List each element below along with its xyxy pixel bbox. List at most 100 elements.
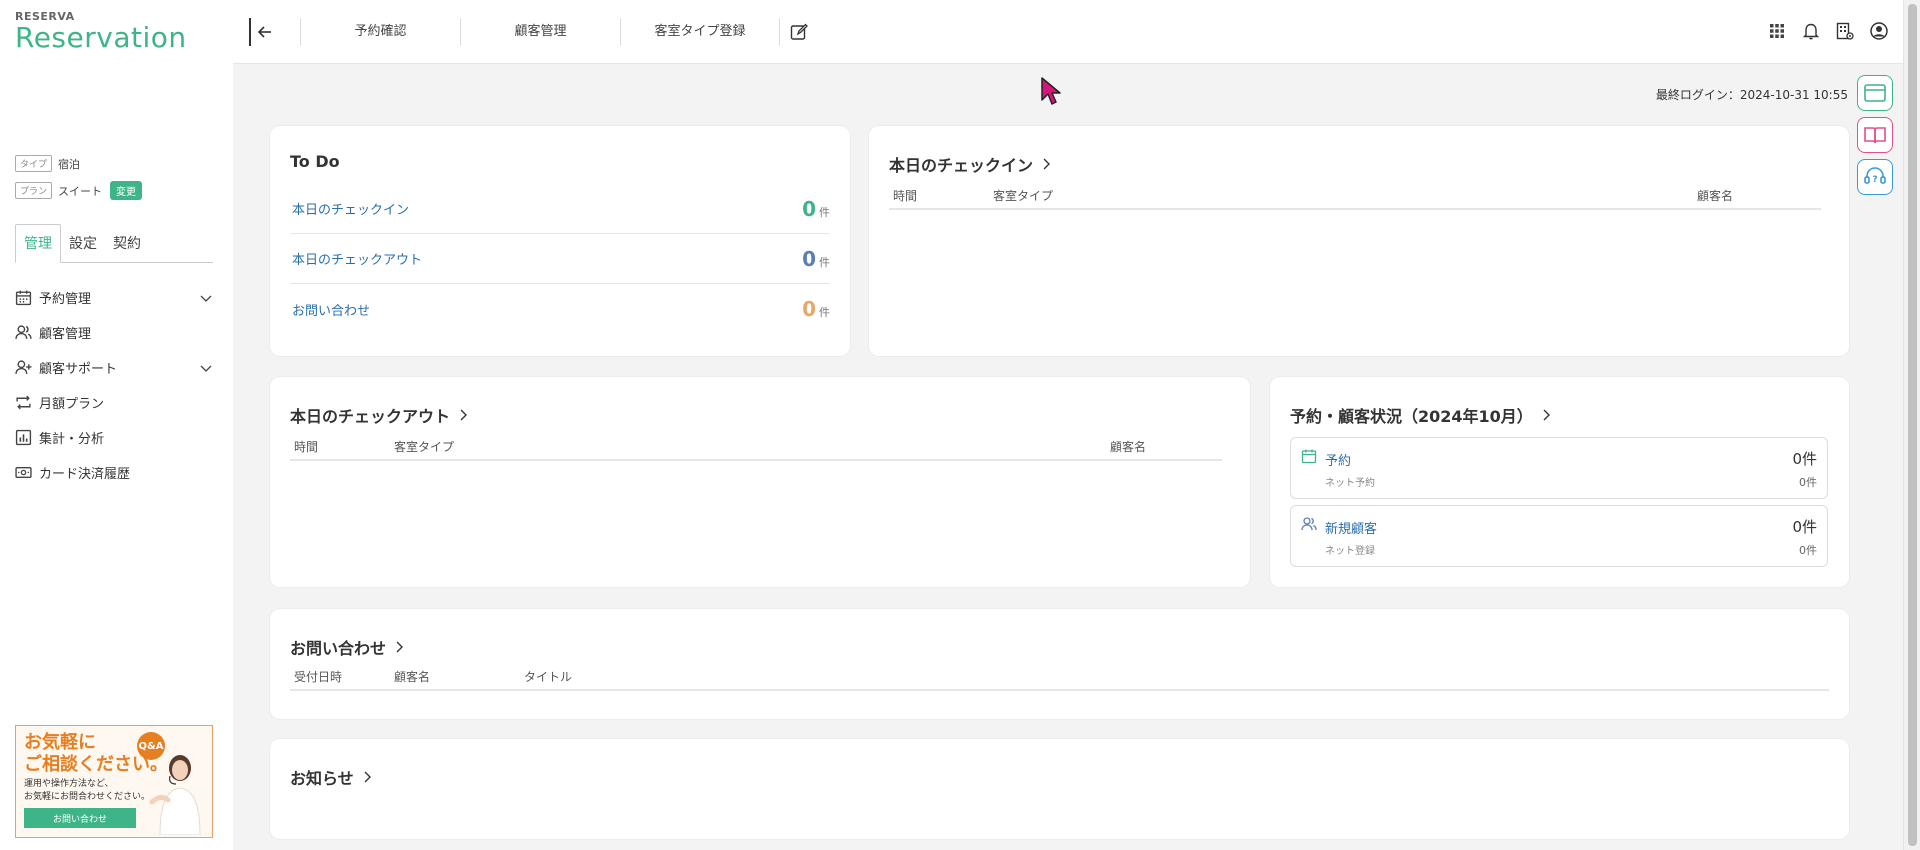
sidebar-item-customers[interactable]: 顧客管理: [15, 315, 213, 350]
top-nav: 予約確認 顧客管理 客室タイプ登録: [300, 0, 808, 64]
sidebar-item-analytics[interactable]: 集計・分析: [15, 420, 213, 455]
floating-help-button[interactable]: ?: [1857, 159, 1893, 195]
todo-count: 0: [802, 297, 816, 321]
todo-unit: 件: [819, 255, 830, 269]
calendar-icon: [1301, 449, 1317, 464]
grid-icon[interactable]: [1767, 21, 1787, 41]
top-bar: 予約確認 顧客管理 客室タイプ登録: [233, 0, 1903, 64]
account-type: タイプ 宿泊: [15, 155, 80, 172]
sidebar-item-label: カード決済履歴: [39, 467, 131, 482]
sidebar-item-customer-support[interactable]: 顧客サポート: [15, 350, 213, 385]
mouse-cursor-icon: [1041, 77, 1061, 105]
type-value: 宿泊: [58, 157, 81, 171]
book-icon: [1864, 127, 1886, 144]
col-customer-name: 顧客名: [1110, 440, 1147, 454]
app-logo[interactable]: RESERVA Reservation: [15, 10, 187, 53]
inquiry-title[interactable]: お問い合わせ: [290, 635, 406, 659]
col-time: 時間: [294, 440, 319, 454]
floating-manual-button[interactable]: [1857, 117, 1893, 153]
sidebar: RESERVA Reservation タイプ 宿泊 プラン スイート 変更 管…: [0, 0, 233, 850]
col-customer-name: 顧客名: [1697, 189, 1734, 203]
page-scrollbar[interactable]: [1903, 0, 1920, 850]
col-customer-name: 顧客名: [394, 670, 431, 684]
stat-sub-label: ネット予約: [1325, 478, 1375, 489]
todo-unit: 件: [819, 205, 830, 219]
stat-new-customers[interactable]: 新規顧客 ネット登録 0件 0件: [1290, 505, 1828, 567]
sidebar-item-label: 月額プラン: [39, 397, 105, 412]
nav-reservation-check[interactable]: 予約確認: [300, 18, 460, 46]
sidebar-item-card-history[interactable]: カード決済履歴: [15, 455, 213, 490]
todo-title-text: To Do: [290, 152, 340, 171]
banner-contact-button[interactable]: お問い合わせ: [24, 808, 136, 828]
todo-row-inquiry[interactable]: お問い合わせ 0 件: [290, 284, 830, 334]
stat-sub-label: ネット登録: [1325, 546, 1375, 557]
checkout-card: 本日のチェックアウト 時間 客室タイプ 顧客名: [270, 377, 1250, 587]
plan-value: スイート: [58, 184, 103, 198]
sidebar-item-label: 予約管理: [39, 292, 92, 307]
todo-label[interactable]: 本日のチェックイン: [290, 199, 409, 218]
sidebar-item-label: 顧客管理: [39, 327, 92, 342]
inquiry-card: お問い合わせ 受付日時 顧客名 タイトル: [270, 609, 1849, 719]
inquiry-title-text: お問い合わせ: [290, 639, 387, 658]
user-circle-icon[interactable]: [1869, 21, 1889, 41]
stat-value: 0件: [1792, 450, 1817, 468]
repeat-icon: [16, 395, 31, 410]
banner-desc-line2: お気軽にお問合わせください。: [24, 792, 151, 802]
tab-kanri[interactable]: 管理: [15, 224, 61, 263]
building-settings-icon[interactable]: [1835, 21, 1855, 41]
plan-change-button[interactable]: 変更: [110, 181, 143, 200]
chevron-right-icon: [396, 641, 404, 653]
floating-calendar-button[interactable]: [1857, 75, 1893, 111]
sidebar-item-label: 顧客サポート: [39, 362, 118, 377]
checkin-card: 本日のチェックイン 時間 客室タイプ 顧客名: [869, 126, 1849, 356]
logo-text: Reservation: [15, 21, 187, 54]
checkin-table-header: 時間 客室タイプ 顧客名: [889, 180, 1821, 210]
chevron-down-icon: [200, 365, 212, 372]
calendar-icon: [15, 290, 32, 306]
edit-icon[interactable]: [790, 23, 808, 41]
scrollbar-thumb[interactable]: [1908, 4, 1917, 846]
todo-card: To Do 本日のチェックイン 0 件 本日のチェックアウト 0 件 お問い合わ…: [270, 126, 850, 356]
todo-label[interactable]: 本日のチェックアウト: [290, 249, 422, 268]
banner-desc-line1: 運用や操作方法など、: [24, 779, 114, 789]
todo-count: 0: [802, 246, 816, 271]
users-icon: [1301, 517, 1317, 531]
card-icon: [15, 467, 32, 478]
checkout-title[interactable]: 本日のチェックアウト: [290, 403, 470, 427]
window-icon: [1864, 84, 1886, 102]
checkin-title-text: 本日のチェックイン: [889, 156, 1034, 175]
status-title[interactable]: 予約・顧客状況（2024年10月）: [1290, 403, 1553, 427]
tab-settei[interactable]: 設定: [61, 225, 105, 262]
nav-room-type-registration[interactable]: 客室タイプ登録: [620, 18, 780, 46]
todo-count: 0: [802, 196, 816, 221]
checkin-title[interactable]: 本日のチェックイン: [889, 152, 1053, 176]
bell-icon[interactable]: [1801, 21, 1821, 41]
inquiry-table-header: 受付日時 顧客名 タイトル: [290, 661, 1829, 691]
collapse-sidebar-button[interactable]: [249, 18, 277, 46]
support-operator-illustration: [149, 755, 201, 835]
chevron-down-icon: [200, 295, 212, 302]
user-plus-icon: [15, 360, 32, 374]
svg-text:?: ?: [1872, 175, 1877, 185]
stat-label: 新規顧客: [1325, 522, 1378, 537]
todo-row-checkin[interactable]: 本日のチェックイン 0 件: [290, 184, 830, 234]
todo-unit: 件: [819, 306, 830, 319]
news-title[interactable]: お知らせ: [290, 765, 374, 789]
stat-reservations[interactable]: 予約 ネット予約 0件 0件: [1290, 437, 1828, 499]
todo-label[interactable]: お問い合わせ: [290, 300, 370, 319]
todo-row-checkout[interactable]: 本日のチェックアウト 0 件: [290, 234, 830, 284]
banner-description: 運用や操作方法など、 お気軽にお問合わせください。: [24, 778, 150, 804]
account-plan: プラン スイート 変更: [15, 181, 143, 200]
sidebar-menu: 予約管理 顧客管理 顧客サポート 月額プラン 集計・分析 カード決済履歴: [15, 280, 213, 490]
sidebar-item-label: 集計・分析: [39, 432, 105, 447]
col-room-type: 客室タイプ: [394, 440, 455, 454]
sidebar-item-reservations[interactable]: 予約管理: [15, 280, 213, 315]
reservation-status-card: 予約・顧客状況（2024年10月） 予約 ネット予約 0件 0件 新規顧客 ネッ…: [1270, 377, 1849, 587]
support-banner[interactable]: お気軽に ご相談ください。 Q&A 運用や操作方法など、 お気軽にお問合わせくだ…: [15, 725, 213, 838]
chevron-right-icon: [1543, 409, 1550, 421]
nav-customer-management[interactable]: 顧客管理: [460, 18, 620, 46]
tab-keiyaku[interactable]: 契約: [105, 225, 149, 262]
sidebar-item-monthly-plan[interactable]: 月額プラン: [15, 385, 213, 420]
status-title-text: 予約・顧客状況（2024年10月）: [1290, 407, 1533, 426]
stat-label: 予約: [1325, 454, 1352, 469]
